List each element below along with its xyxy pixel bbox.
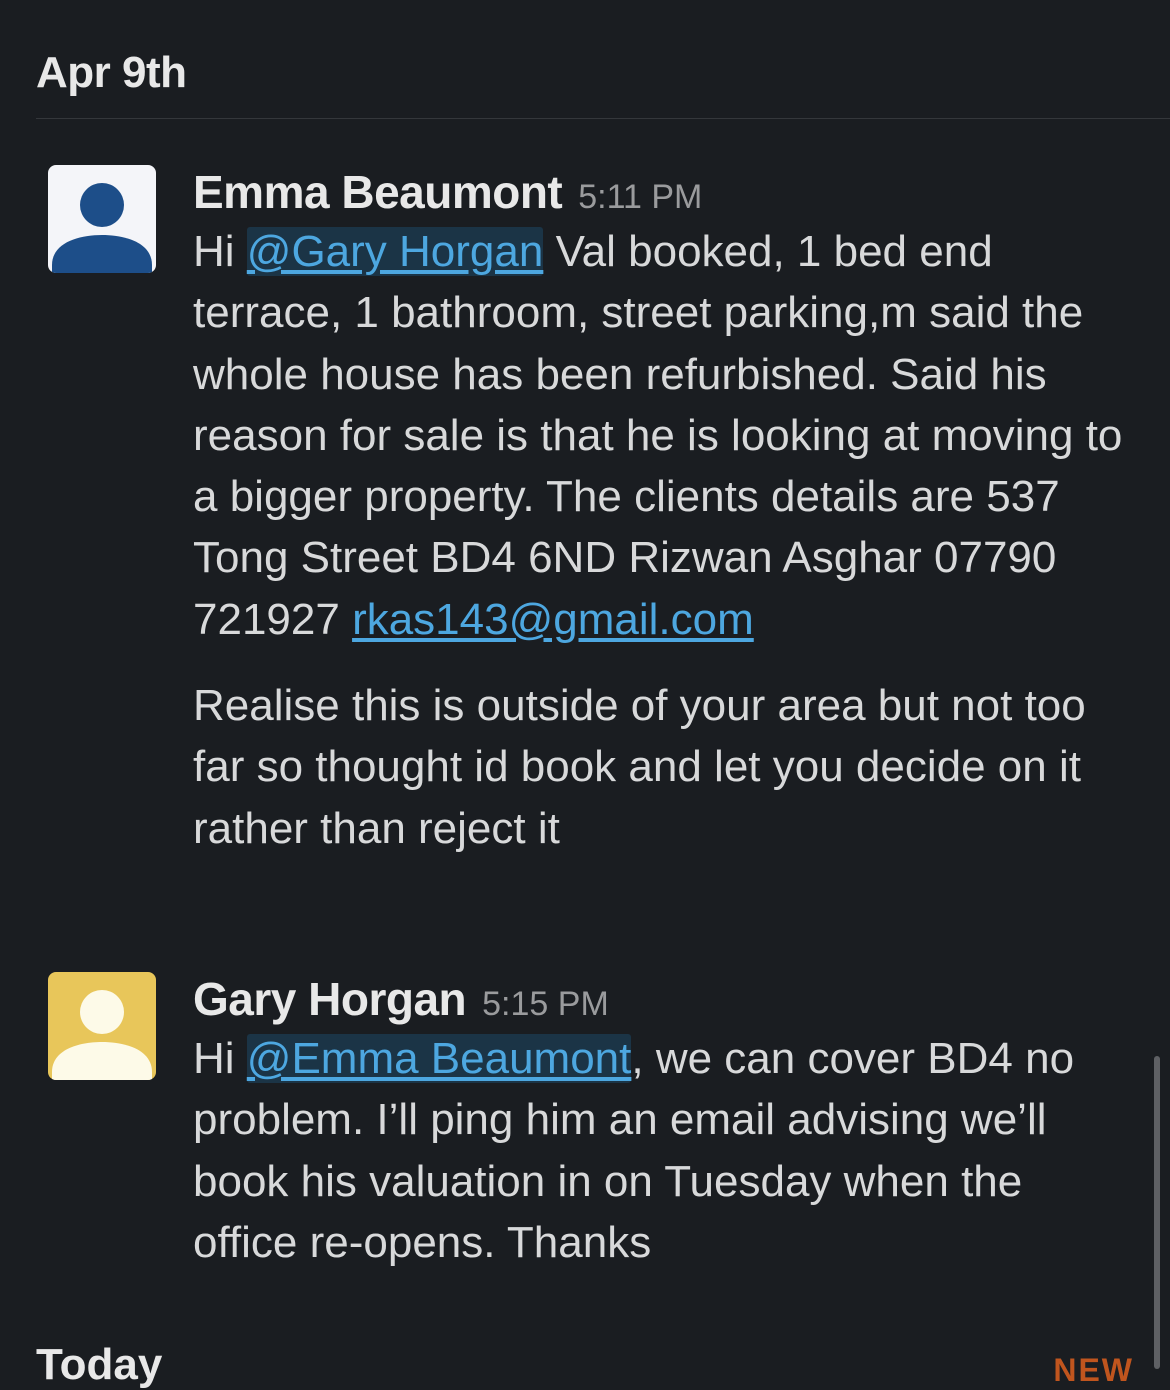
date-header: Apr 9th bbox=[36, 48, 187, 97]
new-messages-marker: NEW bbox=[1053, 1352, 1134, 1388]
date-divider bbox=[36, 118, 1170, 119]
message-body: Emma Beaumont 5:11 PM Hi @Gary Horgan Va… bbox=[193, 165, 1130, 859]
message-meta: Emma Beaumont 5:11 PM bbox=[193, 165, 1130, 221]
message-timestamp[interactable]: 5:15 PM bbox=[482, 985, 609, 1024]
text-segment: Val booked, 1 bed end terrace, 1 bathroo… bbox=[193, 227, 1123, 644]
user-mention[interactable]: @Gary Horgan bbox=[246, 227, 544, 276]
user-avatar-icon bbox=[52, 183, 152, 273]
user-avatar-icon bbox=[52, 990, 152, 1080]
text-segment: Hi bbox=[193, 1034, 247, 1083]
message-text: Hi @Emma Beaumont, we can cover BD4 no p… bbox=[193, 1028, 1130, 1273]
author-name[interactable]: Gary Horgan bbox=[193, 972, 467, 1026]
email-link[interactable]: rkas143@gmail.com bbox=[352, 595, 754, 644]
message-timestamp[interactable]: 5:11 PM bbox=[578, 178, 702, 217]
scrollbar[interactable] bbox=[1154, 1056, 1160, 1369]
message-text: Hi @Gary Horgan Val booked, 1 bed end te… bbox=[193, 221, 1130, 650]
message-text: Realise this is outside of your area but… bbox=[193, 681, 1086, 853]
message-meta: Gary Horgan 5:15 PM bbox=[193, 972, 1130, 1028]
message-body: Gary Horgan 5:15 PM Hi @Emma Beaumont, w… bbox=[193, 972, 1130, 1273]
author-name[interactable]: Emma Beaumont bbox=[193, 165, 563, 219]
avatar[interactable] bbox=[48, 972, 156, 1080]
avatar[interactable] bbox=[48, 165, 156, 273]
user-mention[interactable]: @Emma Beaumont bbox=[246, 1034, 632, 1083]
text-segment: Hi bbox=[193, 227, 247, 276]
date-header-today: Today bbox=[36, 1340, 163, 1389]
